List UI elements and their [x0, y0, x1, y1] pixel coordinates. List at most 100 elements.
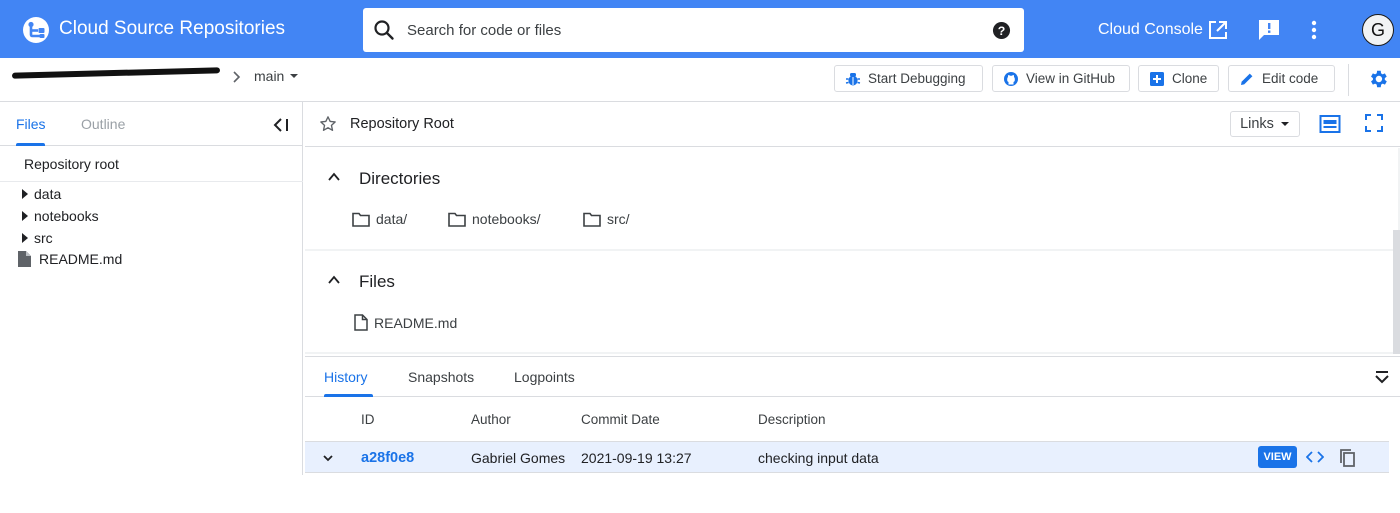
tree-item-label: README.md	[39, 251, 123, 267]
directory-label: notebooks/	[472, 211, 541, 227]
directory-label: data/	[376, 211, 408, 227]
table-row[interactable]: a28f0e8 Gabriel Gomes 2021-09-19 13:27 c…	[305, 441, 1389, 473]
folder-icon	[352, 212, 370, 227]
edit-code-button[interactable]: Edit code	[1228, 65, 1335, 92]
bug-icon	[845, 71, 861, 87]
folder-icon	[448, 212, 466, 227]
caret-right-icon	[16, 233, 34, 243]
main-header: Repository Root Links	[305, 102, 1400, 147]
repository-content: Directories data/ notebooks/ src/ Files …	[305, 148, 1400, 354]
tree-item-data[interactable]: data	[16, 183, 61, 205]
page-title: Repository Root	[350, 116, 454, 132]
help-icon[interactable]: ?	[992, 21, 1011, 40]
history-tabs: History Snapshots Logpoints	[305, 357, 1400, 397]
start-debugging-button[interactable]: Start Debugging	[834, 65, 983, 92]
directory-link[interactable]: src/	[583, 211, 630, 227]
file-icon	[354, 314, 368, 331]
more-vert-icon[interactable]	[1303, 18, 1325, 42]
code-icon[interactable]	[1306, 449, 1324, 465]
tree-item-notebooks[interactable]: notebooks	[16, 205, 99, 227]
caret-right-icon	[16, 189, 34, 199]
repo-toolbar: github_repository_name main Start Debugg…	[0, 58, 1400, 102]
clone-label: Clone	[1172, 71, 1208, 86]
column-header-id: ID	[361, 412, 375, 427]
avatar[interactable]: G	[1362, 14, 1394, 46]
tree-item-src[interactable]: src	[16, 227, 53, 249]
clone-button[interactable]: Clone	[1138, 65, 1219, 92]
chevron-right-icon	[229, 70, 243, 84]
active-tab-indicator	[324, 394, 373, 397]
chevron-up-icon[interactable]	[327, 273, 341, 287]
search-input[interactable]	[407, 20, 967, 40]
repository-root-item[interactable]: Repository root	[0, 146, 303, 182]
tree-item-readme[interactable]: README.md	[18, 248, 122, 270]
tree-item-label: data	[34, 186, 62, 202]
tree-item-label: notebooks	[34, 208, 99, 224]
tree-item-label: src	[34, 230, 53, 246]
tab-snapshots[interactable]: Snapshots	[408, 369, 474, 385]
view-in-github-label: View in GitHub	[1026, 71, 1116, 86]
file-link[interactable]: README.md	[354, 314, 457, 331]
github-icon	[1003, 71, 1019, 87]
tab-logpoints[interactable]: Logpoints	[514, 369, 575, 385]
cloud-source-repositories-logo[interactable]	[22, 16, 50, 44]
directories-card: Directories data/ notebooks/ src/	[305, 148, 1398, 249]
pencil-icon	[1239, 71, 1255, 87]
chevron-up-icon[interactable]	[327, 170, 341, 184]
feedback-icon[interactable]	[1257, 18, 1281, 42]
add-box-icon	[1149, 71, 1165, 87]
history-panel: History Snapshots Logpoints ID Author Co…	[305, 356, 1400, 473]
left-tabs: Files Outline	[0, 102, 303, 146]
toolbar-divider	[1348, 64, 1349, 96]
cloud-console-link[interactable]: Cloud Console	[1098, 19, 1229, 41]
app-title[interactable]: Cloud Source Repositories	[59, 18, 285, 40]
file-icon	[18, 251, 31, 267]
file-label: README.md	[374, 314, 458, 331]
commit-description: checking input data	[758, 450, 879, 466]
collapse-panel-icon[interactable]	[272, 116, 290, 134]
open-in-new-icon	[1207, 19, 1229, 41]
scrollbar[interactable]	[1393, 230, 1400, 354]
column-header-description: Description	[758, 412, 826, 427]
branch-label: main	[254, 68, 285, 84]
caret-right-icon	[16, 211, 34, 221]
directories-title: Directories	[359, 169, 441, 188]
copy-icon[interactable]	[1338, 448, 1356, 468]
directory-link[interactable]: data/	[352, 211, 407, 227]
arrow-drop-down-icon	[288, 70, 300, 82]
gear-icon[interactable]	[1367, 68, 1389, 90]
repository-root-label: Repository root	[24, 156, 119, 172]
edit-code-label: Edit code	[1262, 71, 1319, 86]
links-dropdown[interactable]: Links	[1230, 111, 1300, 137]
commit-author: Gabriel Gomes	[471, 450, 566, 466]
file-browser-panel: Files Outline Repository root data noteb…	[0, 102, 303, 475]
tab-outline[interactable]: Outline	[81, 116, 125, 132]
app-bar: Cloud Source Repositories ? Cloud Consol…	[0, 0, 1400, 58]
cloud-console-label: Cloud Console	[1098, 21, 1203, 38]
directory-label: src/	[607, 211, 630, 227]
tab-files[interactable]: Files	[16, 116, 46, 132]
branch-selector[interactable]: main	[254, 68, 300, 84]
start-debugging-label: Start Debugging	[868, 71, 966, 86]
directory-link[interactable]: notebooks/	[448, 211, 541, 227]
view-button[interactable]: VIEW	[1258, 446, 1297, 468]
column-header-date: Commit Date	[581, 412, 660, 427]
tab-history[interactable]: History	[324, 369, 368, 385]
arrow-drop-down-icon	[1280, 119, 1290, 129]
chevron-down-icon[interactable]	[321, 451, 335, 465]
commit-date: 2021-09-19 13:27	[581, 450, 692, 466]
links-label: Links	[1240, 116, 1274, 132]
column-header-author: Author	[471, 412, 511, 427]
search-icon	[373, 19, 395, 41]
fullscreen-icon[interactable]	[1365, 114, 1383, 132]
star-icon[interactable]	[319, 115, 337, 133]
svg-text:?: ?	[998, 24, 1006, 38]
collapse-panel-icon[interactable]	[1373, 369, 1391, 387]
folder-icon	[583, 212, 601, 227]
commit-id[interactable]: a28f0e8	[361, 450, 414, 466]
search-box[interactable]: ?	[363, 8, 1024, 52]
view-in-github-button[interactable]: View in GitHub	[992, 65, 1130, 92]
toggle-panel-icon[interactable]	[1319, 114, 1341, 134]
files-card: Files README.md	[305, 251, 1398, 352]
files-title: Files	[359, 272, 395, 291]
